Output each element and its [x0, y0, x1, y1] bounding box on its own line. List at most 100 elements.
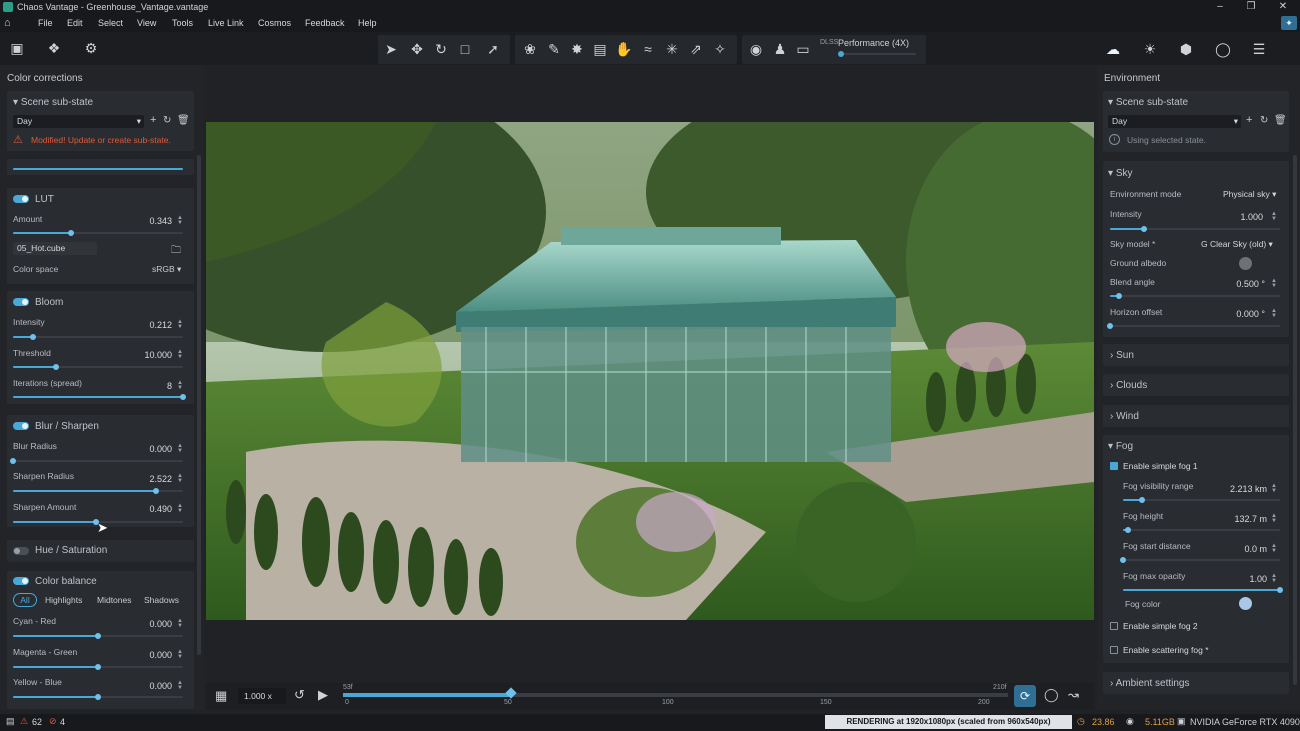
menu-feedback[interactable]: Feedback — [305, 18, 345, 28]
layers-tab-icon[interactable]: ☰ — [1248, 38, 1270, 60]
bloom-intensity-spinner[interactable]: ▲ ▼ — [177, 319, 183, 330]
clouds-section[interactable]: › Clouds — [1103, 374, 1289, 396]
ground-albedo-swatch[interactable] — [1239, 257, 1252, 270]
sharpen-amount-value[interactable]: 0.490 — [127, 504, 172, 514]
tab-shadows[interactable]: Shadows — [144, 595, 179, 605]
scale-tool-icon[interactable]: □ — [454, 38, 476, 60]
horizon-offset-value[interactable]: 0.000 ° — [1213, 309, 1265, 319]
cyan-red-slider[interactable] — [13, 633, 183, 639]
color-corrections-tab-icon[interactable]: ❖ — [43, 37, 65, 59]
bloom-toggle[interactable] — [13, 298, 29, 306]
fog-opacity-spinner[interactable]: ▲ ▼ — [1271, 573, 1277, 584]
materials-tab-icon[interactable]: ◯ — [1212, 38, 1234, 60]
fog-height-value[interactable]: 132.7 m — [1207, 514, 1267, 524]
sharpen-amount-spinner[interactable]: ▲ ▼ — [177, 503, 183, 514]
minimize-icon[interactable]: – — [1205, 0, 1235, 15]
fog-opacity-value[interactable]: 1.00 — [1207, 574, 1267, 584]
blend-angle-spinner[interactable]: ▲ ▼ — [1271, 278, 1277, 289]
cyan-red-spinner[interactable]: ▲ ▼ — [177, 618, 183, 629]
left-scrollbar[interactable] — [197, 155, 201, 655]
environment-tab-icon[interactable]: ☁ — [1102, 38, 1124, 60]
sky-intensity-value[interactable]: 1.000 — [1223, 212, 1263, 222]
lut-amount-spinner[interactable]: ▲ ▼ — [177, 215, 183, 226]
performance-slider[interactable] — [838, 51, 916, 57]
add-substate-icon[interactable]: + — [150, 114, 156, 126]
add-tool-icon[interactable]: ✧ — [709, 38, 731, 60]
fog-color-swatch[interactable] — [1239, 597, 1252, 610]
place-tool-icon[interactable]: ▤ — [589, 38, 611, 60]
sky-intensity-spinner[interactable]: ▲ ▼ — [1271, 211, 1277, 222]
menu-view[interactable]: View — [137, 18, 156, 28]
scattering-fog-checkbox[interactable] — [1110, 646, 1118, 654]
walk-mode-icon[interactable]: ✦ — [1281, 16, 1297, 30]
menu-file[interactable]: File — [38, 18, 53, 28]
envmode-dropdown[interactable]: Physical sky ▾ — [1223, 189, 1276, 200]
blur-radius-spinner[interactable]: ▲ ▼ — [177, 443, 183, 454]
fog2-checkbox[interactable] — [1110, 622, 1118, 630]
bloom-threshold-spinner[interactable]: ▲ ▼ — [177, 349, 183, 360]
hand-tool-icon[interactable]: ✋ — [613, 38, 635, 60]
clapper-icon[interactable]: ▦ — [215, 688, 227, 704]
sparkle-tool-icon[interactable]: ✳ — [661, 38, 683, 60]
lut-amount-slider[interactable] — [13, 230, 183, 236]
close-icon[interactable]: ✕ — [1268, 0, 1298, 15]
delete-substate-icon[interactable]: 🗑 — [177, 115, 190, 126]
yellow-blue-value[interactable]: 0.000 — [127, 681, 172, 691]
blend-angle-value[interactable]: 0.500 ° — [1213, 279, 1265, 289]
fog-opacity-slider[interactable] — [1123, 587, 1283, 593]
magenta-green-spinner[interactable]: ▲ ▼ — [177, 649, 183, 660]
lut-amount-value[interactable]: 0.343 — [127, 216, 172, 226]
ambient-settings-section[interactable]: › Ambient settings — [1103, 672, 1289, 694]
fog-visibility-slider[interactable] — [1123, 497, 1280, 503]
lights-tab-icon[interactable]: ☀ — [1139, 38, 1161, 60]
yellow-blue-spinner[interactable]: ▲ ▼ — [177, 680, 183, 691]
walk-icon[interactable]: ♟ — [769, 38, 791, 60]
bloom-intensity-value[interactable]: 0.212 — [127, 320, 172, 330]
bloom-intensity-slider[interactable] — [13, 334, 183, 340]
folder-icon[interactable]: 🗀 — [171, 243, 181, 260]
paint-tool-icon[interactable]: ✎ — [543, 38, 565, 60]
sun-title[interactable]: › Sun — [1110, 350, 1134, 361]
left-substate-dropdown[interactable]: Day ▾ — [13, 115, 144, 128]
sky-intensity-slider[interactable] — [1110, 226, 1280, 232]
blur-radius-value[interactable]: 0.000 — [127, 444, 172, 454]
clouds-title[interactable]: › Clouds — [1110, 380, 1147, 391]
menu-select[interactable]: Select — [98, 18, 123, 28]
right-delete-substate-icon[interactable]: 🗑 — [1274, 115, 1287, 126]
fog-start-spinner[interactable]: ▲ ▼ — [1271, 543, 1277, 554]
log-icon[interactable]: ▤ — [6, 716, 15, 727]
lut-file-field[interactable]: 05_Hot.cube — [13, 242, 97, 255]
move-tool-icon[interactable]: ✥ — [406, 38, 428, 60]
horizon-offset-slider[interactable] — [1107, 323, 1280, 329]
bloom-threshold-slider[interactable] — [13, 364, 183, 370]
fog-start-slider[interactable] — [1120, 557, 1280, 563]
loop-icon[interactable]: ↺ — [294, 687, 305, 703]
magenta-green-slider[interactable] — [13, 664, 183, 670]
fog-start-value[interactable]: 0.0 m — [1207, 544, 1267, 554]
error-count-icon[interactable]: ⊘ — [49, 716, 57, 727]
sun-section[interactable]: › Sun — [1103, 344, 1289, 366]
blur-sharpen-toggle[interactable] — [13, 422, 29, 430]
lut-toggle[interactable] — [13, 195, 29, 203]
bloom-iterations-spinner[interactable]: ▲ ▼ — [177, 380, 183, 391]
sharpen-radius-spinner[interactable]: ▲ ▼ — [177, 473, 183, 484]
wind-title[interactable]: › Wind — [1110, 411, 1139, 422]
ambient-settings-title[interactable]: › Ambient settings — [1110, 678, 1190, 689]
fog-height-slider[interactable] — [1123, 527, 1280, 533]
bloom-iterations-slider[interactable] — [13, 394, 186, 400]
bloom-iterations-value[interactable]: 8 — [127, 381, 172, 391]
post-effects-tab-icon[interactable]: ⚙ — [80, 37, 102, 59]
right-scrollbar[interactable] — [1293, 155, 1297, 685]
fog-visibility-spinner[interactable]: ▲ ▼ — [1271, 483, 1277, 494]
wind-section[interactable]: › Wind — [1103, 405, 1289, 427]
play-icon[interactable]: ▶ — [318, 687, 328, 703]
snapshot-icon[interactable]: ◉ — [745, 38, 767, 60]
keyframe-icon[interactable]: ◯ — [1044, 687, 1059, 703]
path-icon[interactable]: ↝ — [1068, 687, 1079, 703]
home-icon[interactable]: ⌂ — [4, 17, 11, 29]
refresh-substate-icon[interactable]: ↻ — [163, 115, 171, 126]
sky-model-dropdown[interactable]: G Clear Sky (old) ▾ — [1201, 239, 1273, 250]
speed-field[interactable]: 1.000 x — [238, 688, 286, 704]
maximize-icon[interactable]: ❐ — [1236, 0, 1266, 15]
right-add-substate-icon[interactable]: + — [1246, 114, 1252, 126]
